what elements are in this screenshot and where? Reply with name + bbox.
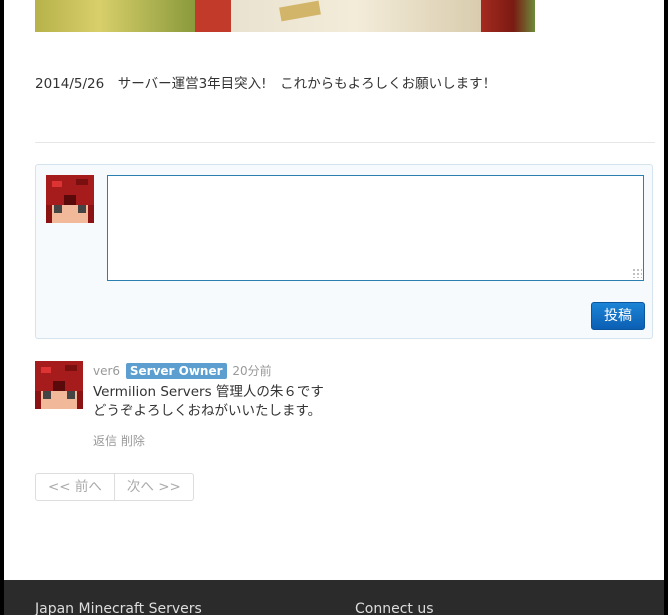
page: 2014/5/26 サーバー運営3年目突入! これからもよろしくお願いします！ …: [4, 0, 664, 615]
comment-input[interactable]: [107, 175, 644, 281]
prev-page-button[interactable]: << 前へ: [36, 474, 114, 500]
comment-line: どうぞよろしくおねがいいたします。: [93, 403, 322, 419]
footer-title: Connect us: [355, 601, 434, 615]
news-text: 2014/5/26 サーバー運営3年目突入! これからもよろしくお願いします！: [35, 76, 497, 92]
comment-time: 20分前: [232, 364, 272, 378]
comment-body: Vermilion Servers 管理人の朱６です どうぞよろしくおねがいいた…: [93, 383, 324, 421]
comment-user[interactable]: ver6: [93, 364, 120, 378]
banner-image: [35, 0, 535, 32]
comment-item: ver6 Server Owner 20分前 Vermilion Servers…: [35, 361, 655, 451]
next-page-button[interactable]: 次へ >>: [113, 474, 193, 500]
avatar: [46, 175, 94, 223]
comment-line: Vermilion Servers 管理人の朱６です: [93, 384, 324, 400]
comment-meta: ver6 Server Owner 20分前: [93, 362, 272, 379]
role-badge: Server Owner: [125, 363, 227, 379]
divider: [35, 142, 655, 143]
post-button[interactable]: 投稿: [591, 302, 645, 330]
footer: Japan Minecraft Servers Connect us: [4, 580, 664, 615]
comment-form: 投稿: [35, 164, 653, 339]
footer-title: Japan Minecraft Servers: [35, 601, 202, 615]
comment-actions: 返信 削除: [93, 432, 145, 449]
avatar: [35, 361, 83, 409]
delete-link[interactable]: 削除: [121, 434, 145, 448]
resize-grip-icon[interactable]: [632, 268, 642, 278]
reply-link[interactable]: 返信: [93, 434, 117, 448]
pagination: << 前へ 次へ >>: [35, 473, 194, 501]
